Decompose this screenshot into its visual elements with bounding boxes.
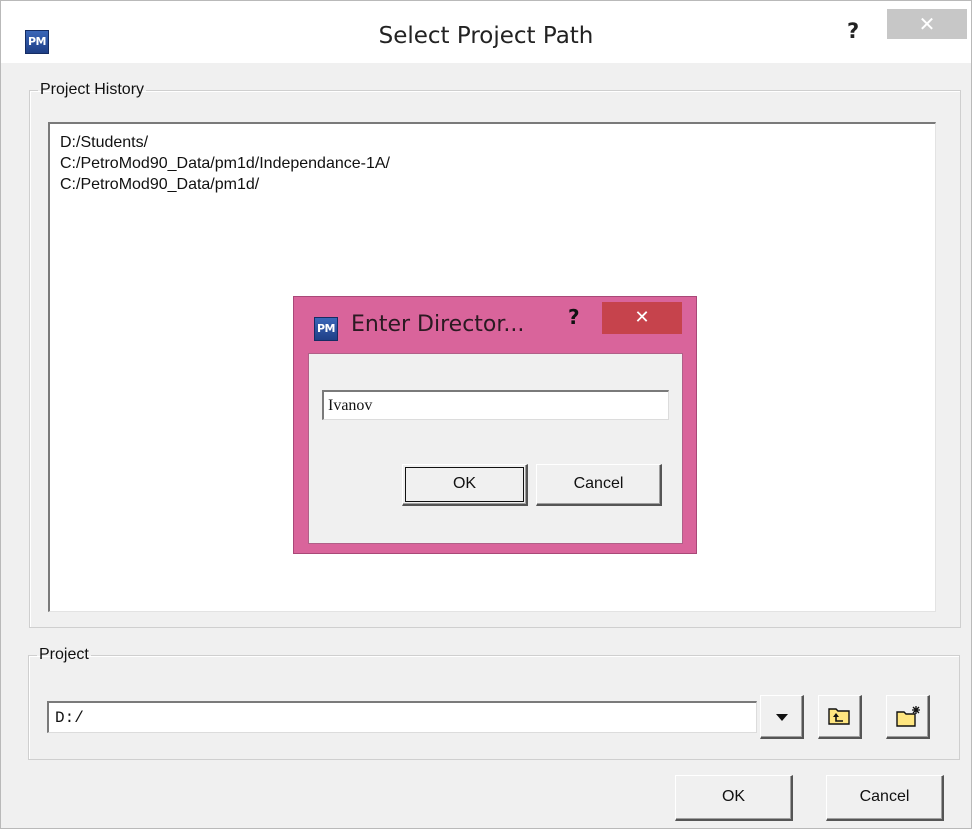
cancel-button[interactable]: Cancel (826, 775, 944, 821)
new-folder-icon (896, 706, 920, 727)
sub-ok-button[interactable]: OK (402, 464, 528, 506)
close-button[interactable]: ✕ (887, 9, 967, 39)
folder-up-icon (828, 708, 850, 725)
title-bar: PM Select Project Path ? ✕ (1, 1, 971, 63)
enter-directory-title: Enter Director... (351, 312, 525, 337)
project-path-input[interactable] (47, 701, 757, 733)
ok-button[interactable]: OK (675, 775, 793, 821)
history-item[interactable]: C:/PetroMod90_Data/pm1d/Independance-1A/ (60, 153, 935, 174)
enter-directory-dialog: PM Enter Director... ? ✕ OK Cancel (293, 296, 697, 554)
sub-cancel-button[interactable]: Cancel (536, 464, 662, 506)
chevron-down-icon (776, 714, 788, 721)
new-folder-button[interactable] (886, 695, 930, 739)
history-item[interactable]: D:/Students/ (60, 132, 935, 153)
directory-name-input[interactable] (322, 390, 669, 420)
path-dropdown-button[interactable] (760, 695, 804, 739)
close-button[interactable]: ✕ (602, 302, 682, 334)
folder-up-button[interactable] (818, 695, 862, 739)
enter-directory-body: OK Cancel (308, 353, 683, 544)
help-button[interactable]: ? (847, 19, 859, 43)
app-logo-icon: PM (314, 317, 338, 341)
history-item[interactable]: C:/PetroMod90_Data/pm1d/ (60, 174, 935, 195)
focus-ring (405, 467, 524, 502)
dialog-title: Select Project Path (378, 23, 594, 49)
project-legend: Project (39, 646, 89, 663)
project-history-legend: Project History (40, 81, 145, 98)
help-button[interactable]: ? (568, 305, 580, 329)
